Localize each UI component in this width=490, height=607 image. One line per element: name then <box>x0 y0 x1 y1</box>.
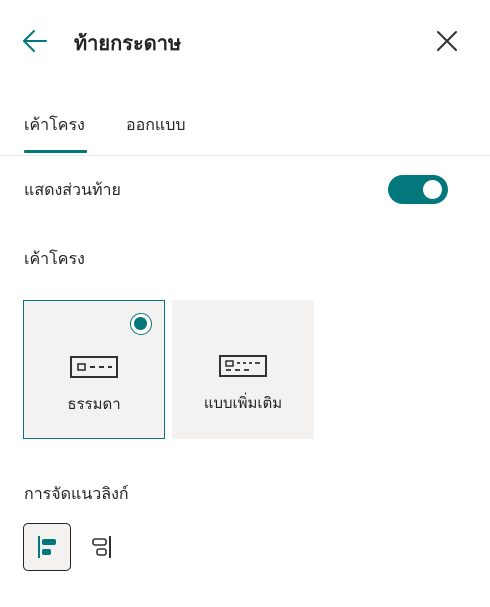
layout-option-simple[interactable]: ธรรมดา <box>23 300 165 439</box>
tab-design[interactable]: ออกแบบ <box>126 114 186 136</box>
close-icon <box>437 31 457 51</box>
selected-tab-indicator <box>24 150 87 153</box>
layout-option-extended[interactable]: แบบเพิ่มเติม <box>172 300 314 439</box>
selected-radio-icon <box>130 313 152 335</box>
link-alignment-heading: การจัดแนวลิงก์ <box>24 484 129 503</box>
close-button[interactable] <box>432 26 462 56</box>
layout-heading: เค้าโครง <box>24 249 85 268</box>
panel-title: ท้ายกระดาษ <box>74 31 182 55</box>
arrow-left-icon <box>23 30 47 52</box>
align-center-icon <box>92 536 111 558</box>
simple-footer-icon <box>70 356 118 378</box>
toggle-knob <box>423 180 442 199</box>
align-center-button[interactable] <box>86 530 118 564</box>
tabs-divider <box>0 155 490 156</box>
show-footer-toggle[interactable] <box>388 175 448 204</box>
back-button[interactable] <box>20 26 50 56</box>
layout-option-label: ธรรมดา <box>67 395 121 413</box>
align-left-icon <box>38 536 56 558</box>
align-left-button[interactable] <box>23 523 71 571</box>
show-footer-label: แสดงส่วนท้าย <box>24 180 121 199</box>
layout-option-label: แบบเพิ่มเติม <box>203 394 283 412</box>
tab-layout[interactable]: เค้าโครง <box>24 114 85 136</box>
extended-footer-icon <box>219 355 267 377</box>
